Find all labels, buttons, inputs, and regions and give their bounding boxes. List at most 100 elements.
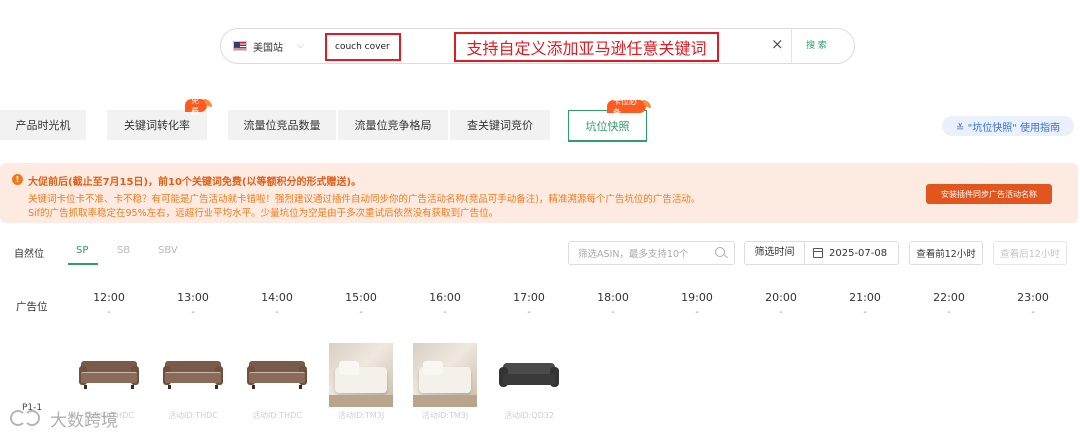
- tool-tabs: 产品时光机 关键词转化率 免费 流量位竞品数量 流量位竞争格局 查关键词竞价 坑…: [0, 96, 1080, 142]
- chevron-down-icon: ⌵: [297, 41, 304, 51]
- hour-label: 19:00: [681, 291, 713, 304]
- product-image: [497, 343, 561, 407]
- free-badge: 免费: [185, 96, 212, 116]
- hour-column: 17:00 -: [499, 291, 559, 318]
- campaign-id: 活动ID:THDC: [168, 411, 218, 420]
- tab-label: 流量位竞争格局: [354, 119, 432, 132]
- hour-label: 23:00: [1017, 291, 1049, 304]
- hour-dash: -: [611, 307, 615, 318]
- asin-filter-input[interactable]: 筛选ASIN，最多支持10个: [568, 241, 735, 265]
- tab-label: 产品时光机: [15, 119, 71, 132]
- tab-keyword-conversion[interactable]: 关键词转化率 免费: [107, 96, 212, 140]
- search-button[interactable]: 搜 索: [806, 38, 827, 51]
- filter-tab-sb[interactable]: SB: [117, 245, 130, 256]
- site-label: 美国站: [253, 42, 283, 54]
- notice-line: 大促前后(截止至7月15日)，前10个关键词免费(以等额积分的形式赠送)。: [28, 177, 362, 188]
- hour-dash: -: [527, 307, 531, 318]
- product-card[interactable]: 活动ID:THDC: [245, 343, 309, 421]
- hour-column: 21:00 -: [835, 291, 895, 318]
- hour-label: 20:00: [765, 291, 797, 304]
- hour-label: 18:00: [597, 291, 629, 304]
- hour-label: 15:00: [345, 291, 377, 304]
- hour-dash: -: [863, 307, 867, 318]
- product-image: [413, 343, 477, 407]
- tab-label: 查关键词竞价: [467, 119, 533, 132]
- campaign-id: 活动ID:QD32: [504, 411, 554, 420]
- row-header: 广告位: [16, 301, 48, 313]
- hour-label: 16:00: [429, 291, 461, 304]
- hour-label: 21:00: [849, 291, 881, 304]
- warning-icon: !: [12, 174, 23, 185]
- sofa-photo: [329, 343, 393, 407]
- watermark-logo-icon: [8, 408, 46, 428]
- tab-product-time-machine[interactable]: 产品时光机: [0, 110, 86, 140]
- site-select[interactable]: 美国站 ⌵: [233, 29, 304, 63]
- filter-tab-sbv[interactable]: SBV: [158, 245, 178, 256]
- product-card[interactable]: 活动ID:QD32: [497, 343, 561, 421]
- campaign-id: 活动ID:TM3J: [421, 411, 469, 420]
- clear-icon[interactable]: ×: [771, 35, 784, 53]
- date-filter-label: 筛选时间: [745, 242, 805, 264]
- hour-column: 19:00 -: [667, 291, 727, 318]
- keyword-input[interactable]: couch cover: [325, 33, 401, 61]
- tab-traffic-competition[interactable]: 流量位竞争格局: [338, 110, 448, 140]
- hour-label: 17:00: [513, 291, 545, 304]
- sofa-image: [499, 363, 559, 389]
- hour-column: 14:00 -: [247, 291, 307, 318]
- hour-label: 22:00: [933, 291, 965, 304]
- product-card[interactable]: 活动ID:TM3J: [329, 343, 393, 421]
- hour-dash: -: [107, 307, 111, 318]
- install-plugin-button[interactable]: 安装插件同步广告活动名称: [926, 184, 1052, 204]
- sofa-photo: [413, 343, 477, 407]
- tab-slot-snapshot[interactable]: 坑位快照 卡位必备: [568, 97, 651, 142]
- watermark: 大数跨境: [8, 405, 118, 431]
- product-card[interactable]: 活动ID:THDC: [161, 343, 225, 421]
- hour-dash: -: [779, 307, 783, 318]
- must-have-badge: 卡位必备: [607, 97, 651, 117]
- campaign-id: 活动ID:TM3J: [337, 411, 385, 420]
- hour-dash: -: [359, 307, 363, 318]
- calendar-icon: [813, 248, 823, 258]
- product-image: [161, 343, 225, 407]
- date-filter[interactable]: 筛选时间 2025-07-08: [744, 241, 899, 265]
- search-icon: [715, 247, 725, 257]
- hour-column: 22:00 -: [919, 291, 979, 318]
- watermark-text: 大数跨境: [50, 410, 118, 431]
- tab-label: 关键词转化率: [124, 119, 190, 132]
- product-card[interactable]: 活动ID:TM3J: [413, 343, 477, 421]
- hour-column: 23:00 -: [1003, 291, 1063, 318]
- notice-line: Sif的广告抓取率稳定在95%左右，远超行业平均水平。少量坑位为空是由于多次重试…: [28, 208, 499, 219]
- product-image: [329, 343, 393, 407]
- sofa-image: [79, 361, 139, 389]
- hour-label: 14:00: [261, 291, 293, 304]
- us-flag-icon: [233, 41, 247, 51]
- product-image: [77, 343, 141, 407]
- hour-dash: -: [275, 307, 279, 318]
- tab-traffic-competitor-count[interactable]: 流量位竞品数量: [228, 110, 336, 140]
- product-image: [245, 343, 309, 407]
- hour-column: 12:00 -: [79, 291, 139, 318]
- filter-tab-organic[interactable]: 自然位: [14, 245, 44, 260]
- tab-keyword-bid[interactable]: 查关键词竞价: [450, 110, 550, 140]
- filter-row: 自然位 SP SB SBV 筛选ASIN，最多支持10个 筛选时间 2025-0…: [0, 232, 1078, 270]
- hour-dash: -: [191, 307, 195, 318]
- date-value: 2025-07-08: [829, 247, 888, 259]
- usage-guide-link[interactable]: ≚ "坑位快照" 使用指南: [942, 116, 1074, 136]
- active-tab-underline: [68, 263, 98, 265]
- tab-label: 坑位快照: [585, 119, 630, 133]
- hour-column: 15:00 -: [331, 291, 391, 318]
- asin-placeholder: 筛选ASIN，最多支持10个: [578, 249, 689, 260]
- custom-keyword-callout: 支持自定义添加亚马逊任意关键词: [454, 32, 719, 62]
- hour-column: 16:00 -: [415, 291, 475, 318]
- hour-dash: -: [443, 307, 447, 318]
- tab-label: 流量位竞品数量: [243, 119, 321, 132]
- divider: [791, 29, 792, 63]
- next-12h-button[interactable]: 查看后12小时: [993, 241, 1067, 265]
- hour-label: 12:00: [93, 291, 125, 304]
- hour-label: 13:00: [177, 291, 209, 304]
- filter-tab-sp[interactable]: SP: [76, 245, 88, 256]
- search-bar: 美国站 ⌵ couch cover 支持自定义添加亚马逊任意关键词 × 搜 索: [220, 28, 855, 64]
- promo-notice: ! 大促前后(截止至7月15日)，前10个关键词免费(以等额积分的形式赠送)。 …: [0, 163, 1078, 223]
- hour-column: 13:00 -: [163, 291, 223, 318]
- prev-12h-button[interactable]: 查看前12小时: [909, 241, 983, 265]
